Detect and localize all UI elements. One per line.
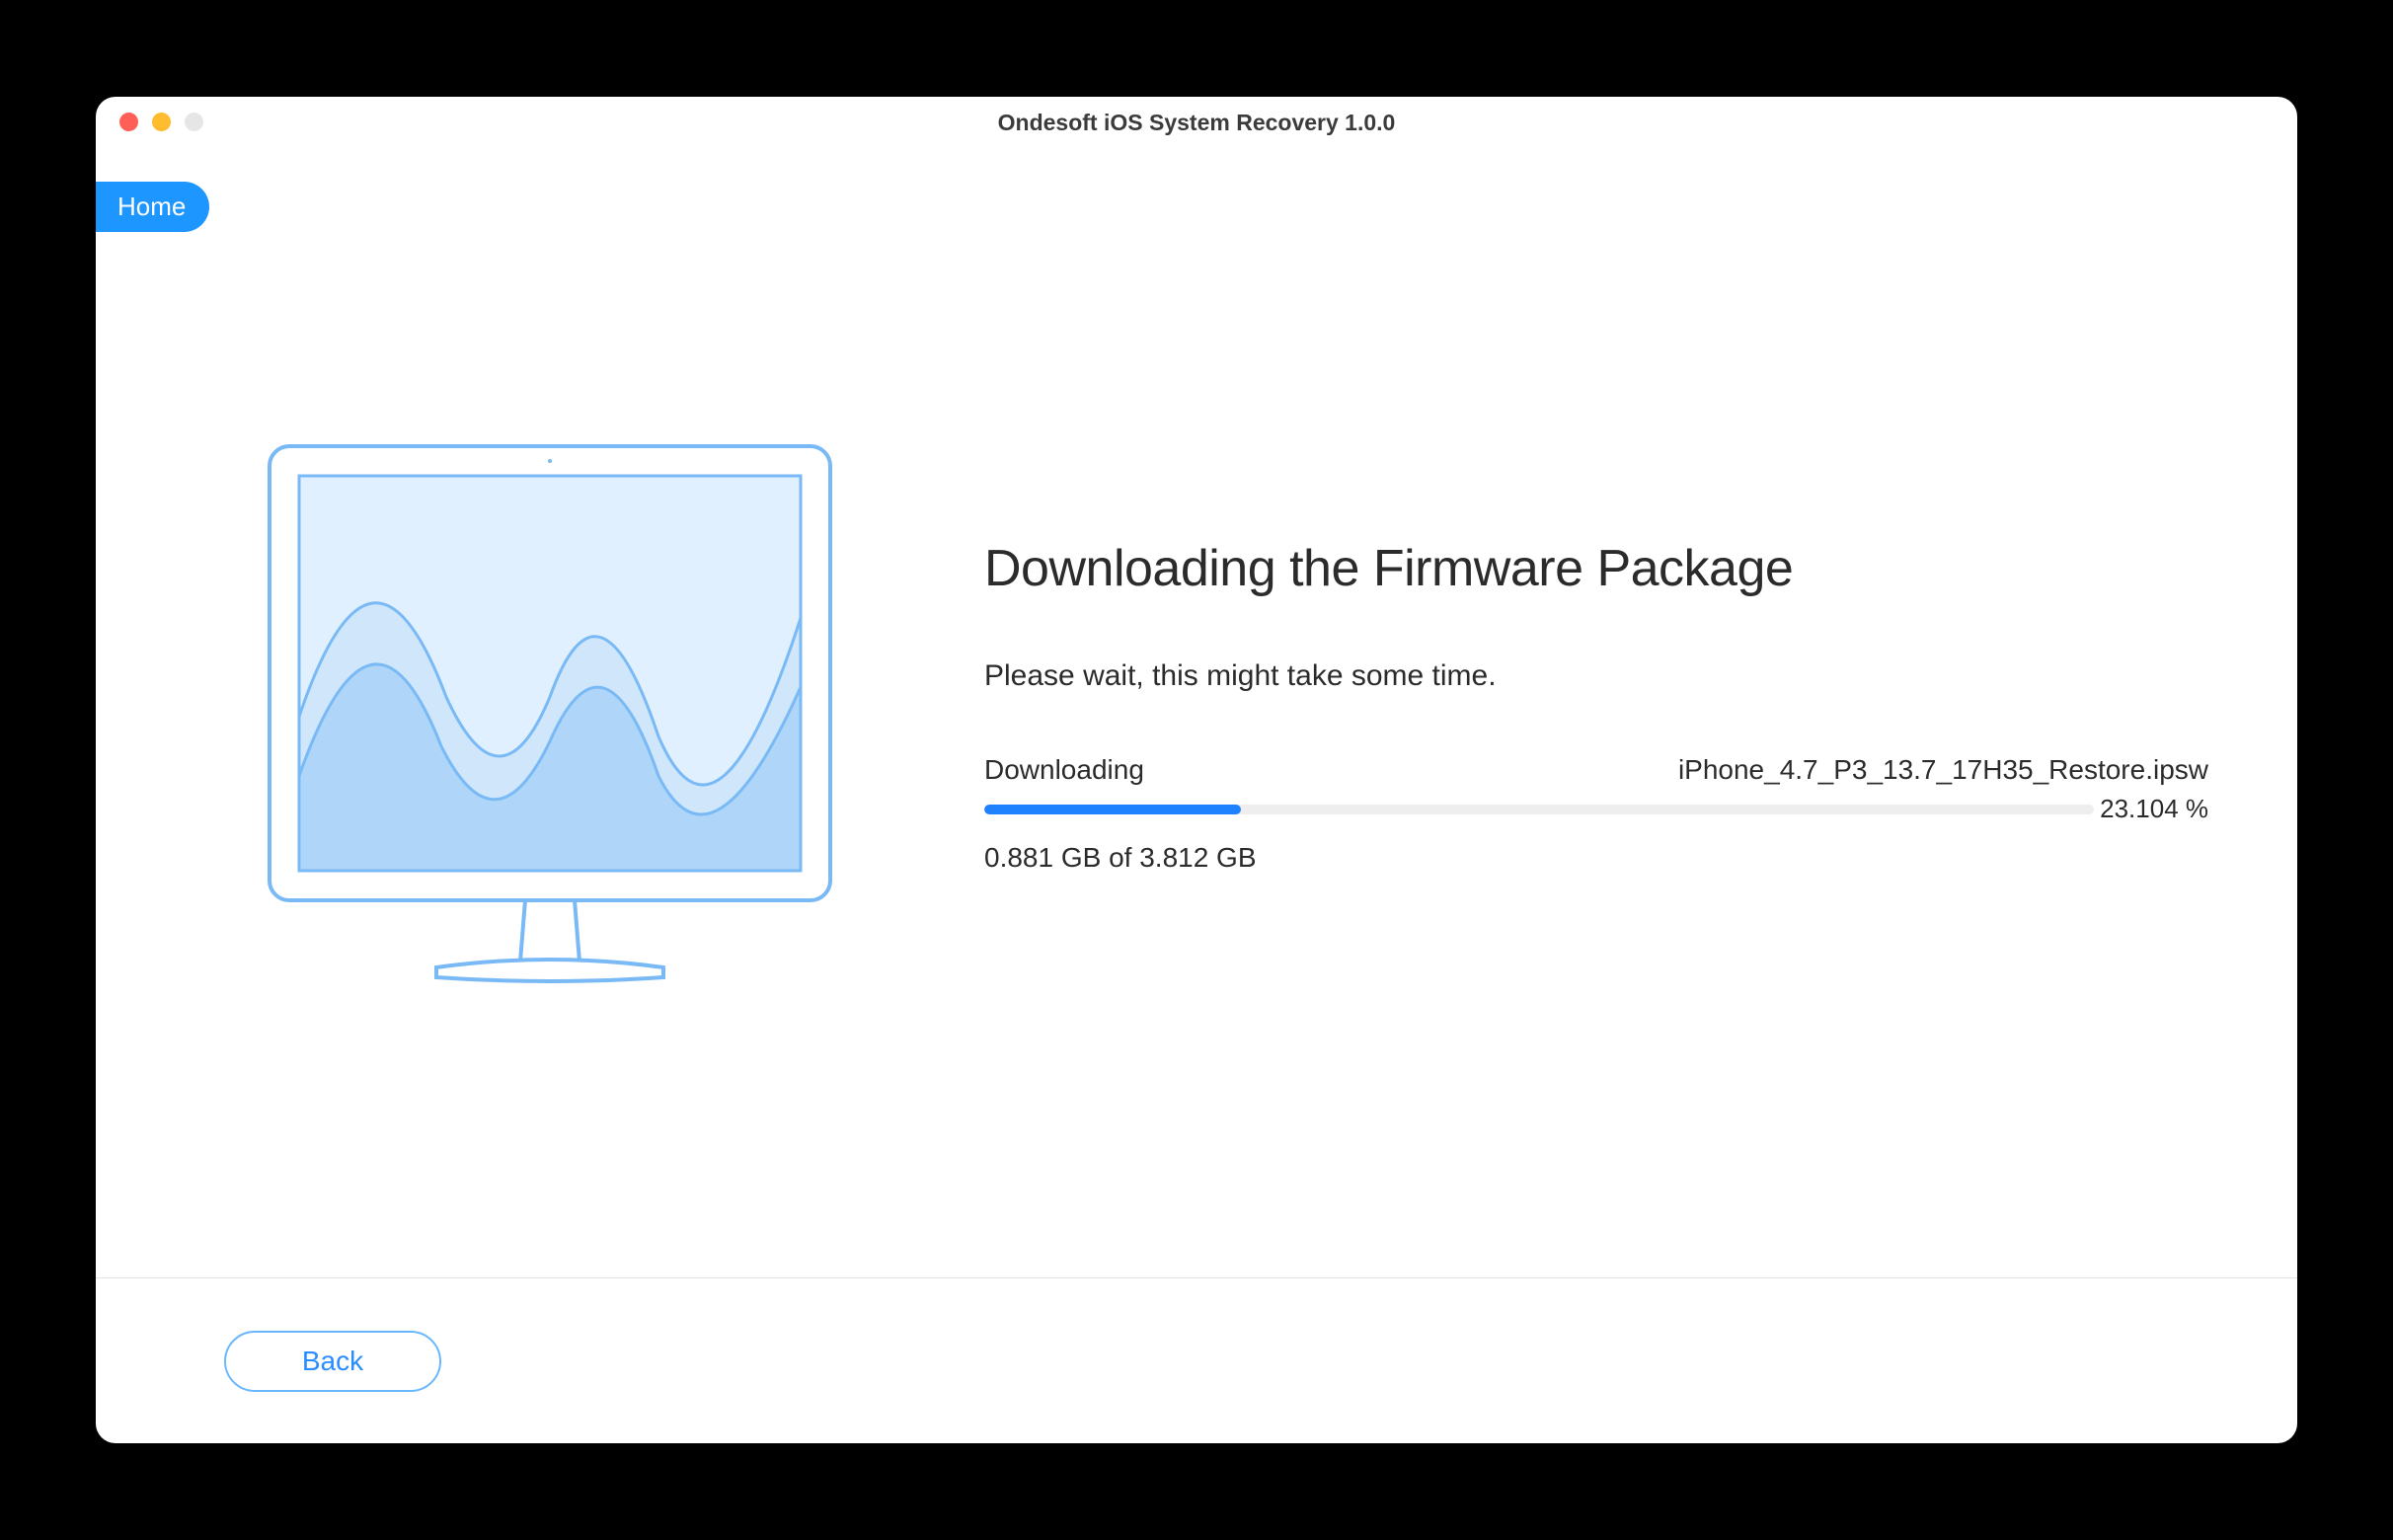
- progress-bar: 23.104 %: [984, 794, 2208, 824]
- download-info: Downloading the Firmware Package Please …: [984, 440, 2208, 1277]
- maximize-icon[interactable]: [185, 113, 203, 131]
- download-filename: iPhone_4.7_P3_13.7_17H35_Restore.ipsw: [1678, 754, 2208, 786]
- download-size: 0.881 GB of 3.812 GB: [984, 842, 2208, 874]
- window-title: Ondesoft iOS System Recovery 1.0.0: [96, 97, 2297, 146]
- page-subtitle: Please wait, this might take some time.: [984, 659, 2208, 693]
- window-controls: [119, 113, 203, 131]
- page-title: Downloading the Firmware Package: [984, 539, 2208, 598]
- footer: Back: [96, 1277, 2297, 1443]
- progress-fill: [984, 805, 1241, 814]
- titlebar: Ondesoft iOS System Recovery 1.0.0: [96, 97, 2297, 144]
- home-tab[interactable]: Home: [96, 182, 209, 232]
- monitor-illustration: [224, 440, 876, 1277]
- close-icon[interactable]: [119, 113, 138, 131]
- app-window: Ondesoft iOS System Recovery 1.0.0 Home: [96, 97, 2297, 1443]
- download-row: Downloading iPhone_4.7_P3_13.7_17H35_Res…: [984, 754, 2208, 786]
- monitor-chart-icon: [264, 440, 836, 993]
- minimize-icon[interactable]: [152, 113, 171, 131]
- progress-track: [984, 805, 2094, 814]
- progress-percent: 23.104 %: [2100, 794, 2208, 824]
- main-content: Downloading the Firmware Package Please …: [96, 144, 2297, 1277]
- status-label: Downloading: [984, 754, 1144, 786]
- back-button[interactable]: Back: [224, 1331, 441, 1392]
